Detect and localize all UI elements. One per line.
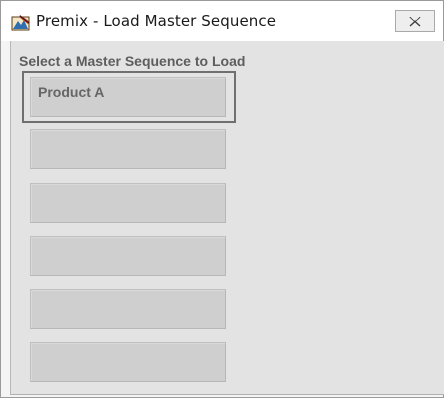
sequence-button-1[interactable]: Product A — [30, 77, 226, 117]
prompt-label: Select a Master Sequence to Load — [19, 53, 246, 69]
sequence-button-6[interactable] — [30, 342, 226, 382]
window-bottom-edge — [10, 394, 444, 395]
sequence-button-5[interactable] — [30, 289, 226, 329]
sequence-button-2[interactable] — [30, 129, 226, 169]
load-master-sequence-window: Premix - Load Master Sequence Select a M… — [0, 0, 444, 398]
sequence-button-3[interactable] — [30, 183, 226, 223]
close-button[interactable] — [395, 10, 435, 32]
close-icon — [409, 15, 421, 27]
sequence-button-4[interactable] — [30, 236, 226, 276]
premix-app-icon — [11, 13, 31, 31]
title-bar: Premix - Load Master Sequence — [1, 1, 443, 41]
window-title: Premix - Load Master Sequence — [36, 12, 277, 30]
sequence-button-label: Product A — [38, 84, 105, 100]
